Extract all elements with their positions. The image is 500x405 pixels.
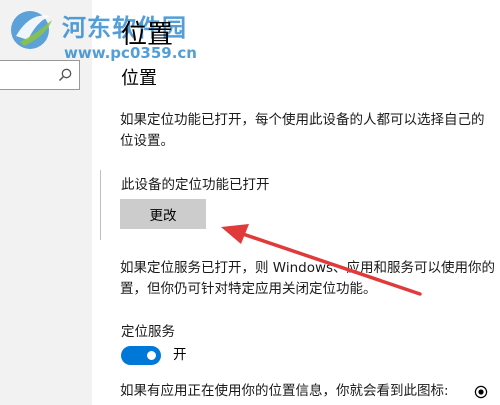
location-intro-line-2: 位设置。: [120, 133, 174, 149]
location-intro-line-1: 如果定位功能已打开，每个使用此设备的人都可以选择自己的: [120, 112, 485, 128]
section-heading: 位置: [121, 68, 157, 89]
location-service-info-line-2: 置，但你仍可针对特定应用关闭定位功能。: [120, 281, 377, 297]
location-in-use-icon: [474, 385, 488, 399]
location-service-info-line-1: 如果定位服务已打开，则 Windows、应用和服务可以使用你的: [120, 260, 496, 276]
toggle-knob: [147, 351, 156, 360]
device-location-status: 此设备的定位功能已打开: [121, 177, 270, 193]
location-service-toggle-state: 开: [173, 347, 187, 363]
search-input[interactable]: [3, 65, 53, 85]
focus-indicator-line: [100, 170, 101, 240]
search-box[interactable]: [0, 60, 80, 90]
location-service-info: 如果定位服务已打开，则 Windows、应用和服务可以使用你的 置，但你仍可针对…: [120, 258, 495, 300]
search-icon[interactable]: [57, 67, 73, 83]
change-button[interactable]: 更改: [120, 199, 206, 229]
location-service-label: 定位服务: [121, 324, 175, 340]
location-icon-info-text: 如果有应用正在使用你的位置信息，你就会看到此图标:: [120, 383, 449, 399]
location-service-toggle[interactable]: [121, 346, 161, 365]
location-intro-text: 如果定位功能已打开，每个使用此设备的人都可以选择自己的 位设置。: [120, 110, 485, 152]
watermark-logo-icon: [11, 11, 52, 49]
page-title: 位置: [121, 20, 174, 50]
